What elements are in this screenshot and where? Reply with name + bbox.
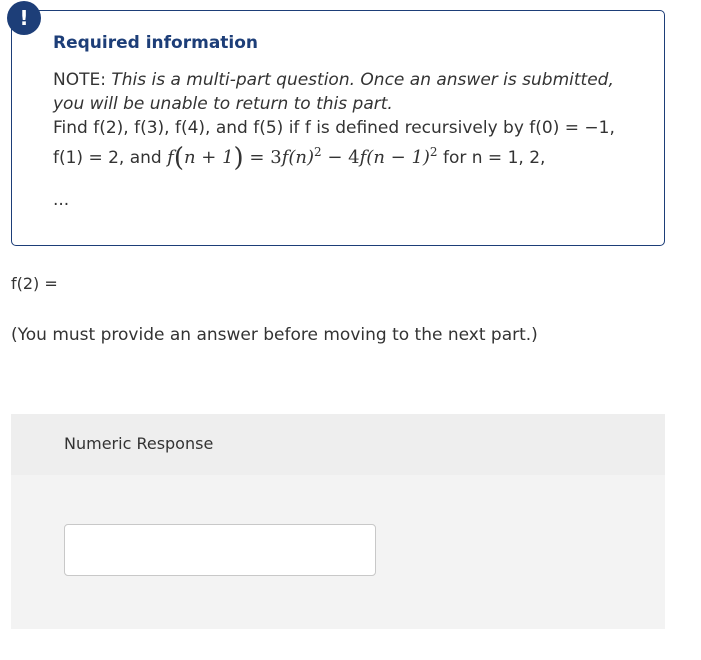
f1-text: f(1) = 2, and bbox=[53, 148, 168, 168]
response-label: Numeric Response bbox=[64, 434, 214, 453]
find-text: Find f(2), f(3), f(4), and f(5) if f is … bbox=[53, 118, 615, 138]
info-ellipsis: ... bbox=[53, 190, 70, 210]
for-text: for bbox=[437, 148, 472, 168]
n-range: n = 1, 2, bbox=[471, 148, 546, 168]
note-prefix: NOTE: bbox=[53, 70, 112, 90]
numeric-answer-input[interactable] bbox=[64, 524, 376, 576]
response-header: Numeric Response bbox=[11, 414, 665, 475]
question-label: f(2) = bbox=[11, 274, 58, 293]
instruction-text: (You must provide an answer before movin… bbox=[11, 325, 538, 345]
note-text: This is a multi-part question. Once an a… bbox=[53, 70, 614, 114]
recurrence-formula: f(n + 1) = 3f(n)2 − 4f(n − 1)2 bbox=[167, 143, 438, 173]
info-body: NOTE: This is a multi-part question. Onc… bbox=[53, 68, 633, 173]
exclamation-icon: ! bbox=[7, 1, 41, 35]
info-title: Required information bbox=[53, 33, 259, 53]
response-panel: Numeric Response bbox=[11, 414, 665, 629]
